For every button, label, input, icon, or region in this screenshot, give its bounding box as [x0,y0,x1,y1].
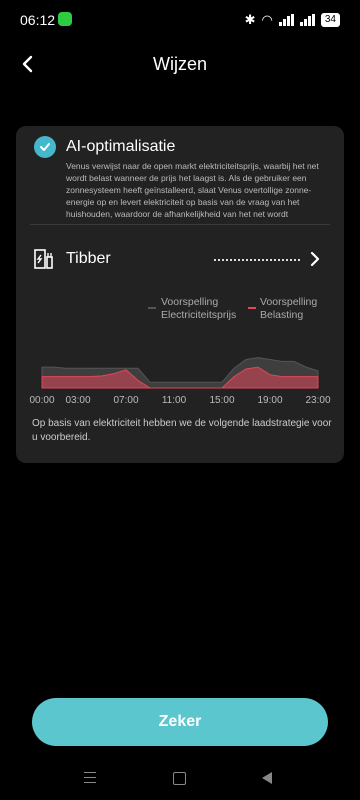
home-icon[interactable] [173,772,186,785]
legend-price-line2: Electriciteitsprijs [161,309,237,321]
legend-swatch-load [248,307,256,309]
x-tick-label: 07:00 [113,395,138,406]
legend-price-line1: Voorspelling [161,296,219,308]
status-time: 06:12 [20,12,56,28]
x-tick-label: 11:00 [162,395,187,406]
x-tick-label: 00:00 [29,395,54,406]
x-tick-label: 03:00 [65,395,90,406]
legend-load: Voorspelling Belasting [260,296,317,322]
x-tick-label: 23:00 [305,395,330,406]
provider-name[interactable]: Tibber [66,250,111,268]
wifi-icon: ◠ [261,12,273,27]
strategy-card: AI-optimalisatie Venus verwijst naar de … [16,126,344,463]
forecast-chart: 00:00 03:00 07:00 11:00 15:00 19:00 23:00 [29,357,331,406]
confirm-button[interactable]: Zeker [32,698,328,746]
status-icons: ✱ ◠ 34 [245,12,340,28]
signal-icon-2 [299,14,315,26]
chevron-right-icon[interactable] [308,250,322,268]
security-shield-icon [58,12,72,26]
legend-swatch-price [148,307,156,309]
divider [30,224,330,225]
page-title: Wijzen [152,54,207,74]
status-bar: 06:12 ✱ ◠ 34 [0,0,360,40]
navigation-bar [0,760,360,800]
ai-optimization-checkbox[interactable] [34,136,56,158]
legend-price: Voorspelling Electriciteitsprijs [161,296,236,322]
optimization-description: Venus verwijst naar de open markt elektr… [66,161,319,219]
strategy-text: Op basis van elektriciteit hebben we de … [32,418,332,443]
energy-provider-icon [34,249,53,269]
optimization-title: AI-optimalisatie [66,138,176,155]
checkmark-icon [40,143,50,151]
dotted-leader [214,259,300,261]
signal-icon [278,14,294,26]
header: Wijzen [0,46,360,82]
x-tick-label: 15:00 [209,395,234,406]
battery-icon: 34 [320,13,340,27]
bluetooth-icon: ✱ [244,12,256,27]
legend-load-line2: Belasting [260,309,304,321]
back-nav-icon[interactable] [262,772,272,784]
recent-apps-icon[interactable] [84,772,96,787]
legend-load-line1: Voorspelling [260,296,318,308]
x-tick-label: 19:00 [257,395,282,406]
